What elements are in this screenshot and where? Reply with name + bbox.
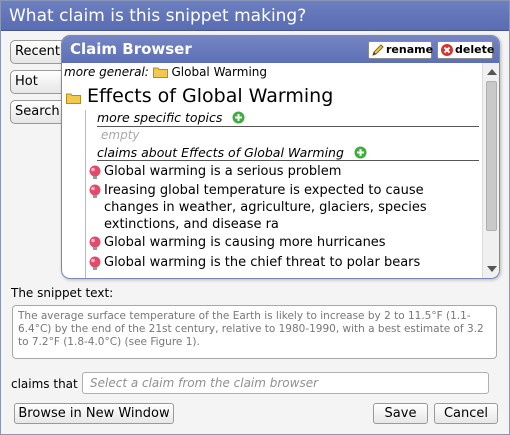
claim-item[interactable]: Ireasing global temperature is expected …	[104, 182, 479, 233]
claims-about-label: claims about Effects of Global Warming	[97, 145, 344, 160]
delete-icon	[441, 44, 453, 56]
claim-browser-content: more general: Global Warming Effects of …	[62, 63, 482, 278]
rename-label: rename	[386, 43, 434, 56]
claim-bulb-icon	[89, 165, 101, 179]
more-general-row: more general: Global Warming	[64, 65, 267, 79]
browse-new-window-button[interactable]: Browse in New Window	[14, 403, 174, 424]
claim-bulb-icon	[89, 184, 101, 198]
claim-bulb-icon	[89, 256, 101, 270]
claim-selection-field[interactable]: Select a claim from the claim browser	[82, 372, 489, 394]
current-topic-title: Effects of Global Warming	[87, 85, 334, 107]
delete-label: delete	[455, 43, 495, 56]
more-specific-label: more specific topics	[97, 110, 223, 125]
add-claim-icon[interactable]	[354, 146, 367, 159]
dialog-window: What claim is this snippet making? Recen…	[0, 0, 510, 435]
tab-search[interactable]: Search	[10, 100, 66, 124]
snippet-label: The snippet text:	[11, 286, 114, 300]
empty-label: empty	[101, 128, 140, 142]
claims-that-label: claims that	[11, 377, 78, 391]
claim-item[interactable]: Global warming is causing more hurricane…	[104, 234, 479, 251]
claim-item[interactable]: Global warming is the chief threat to po…	[104, 254, 479, 271]
more-specific-row: more specific topics	[97, 110, 245, 125]
folder-icon	[152, 67, 168, 78]
section-divider	[97, 126, 479, 127]
claims-about-row: claims about Effects of Global Warming	[97, 145, 367, 160]
scrollbar-thumb[interactable]	[486, 81, 497, 231]
claim-bulb-icon	[89, 236, 101, 250]
cancel-button[interactable]: Cancel	[434, 403, 498, 424]
claim-browser-header: Claim Browser rename delete	[62, 36, 499, 63]
snippet-text: The average surface temperature of the E…	[12, 305, 497, 359]
delete-button[interactable]: delete	[437, 41, 495, 59]
save-button[interactable]: Save	[373, 403, 428, 424]
folder-icon	[66, 93, 81, 104]
claim-browser-title: Claim Browser	[70, 40, 192, 58]
claim-browser-panel: Claim Browser rename delete more general…	[61, 35, 500, 279]
tab-recent[interactable]: Recent	[10, 40, 66, 64]
tab-hot[interactable]: Hot	[10, 70, 66, 94]
parent-topic-link[interactable]: Global Warming	[171, 65, 267, 79]
claim-browser-scrollbar[interactable]	[482, 63, 499, 278]
dialog-title: What claim is this snippet making?	[1, 1, 509, 31]
scroll-down-icon[interactable]	[487, 266, 497, 272]
current-topic-row: Effects of Global Warming	[66, 85, 333, 107]
add-topic-icon[interactable]	[232, 111, 245, 124]
pencil-icon	[372, 44, 384, 56]
claim-item[interactable]: Global warming is a serious problem	[104, 163, 479, 180]
rename-button[interactable]: rename	[368, 41, 434, 59]
more-general-label: more general:	[64, 65, 149, 79]
scroll-up-icon[interactable]	[487, 69, 497, 75]
section-divider	[97, 160, 479, 161]
tree-guide-line	[85, 110, 86, 278]
